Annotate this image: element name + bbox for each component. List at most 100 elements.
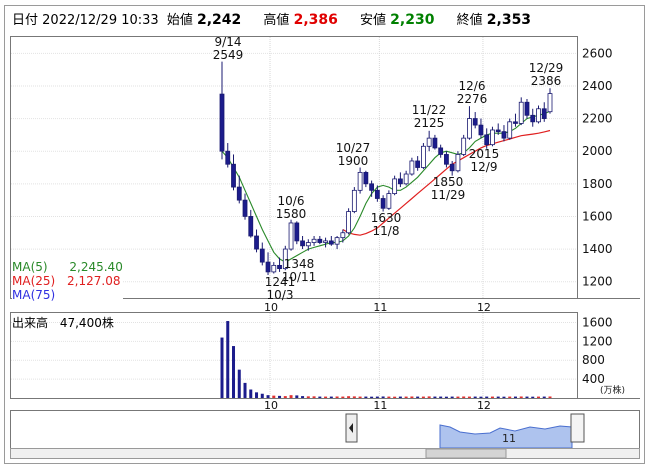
- open-value: 2,242: [196, 12, 242, 28]
- annotation-line1: 10/27: [336, 141, 371, 155]
- candle-body-down: [495, 129, 501, 133]
- candle: [392, 175, 398, 196]
- volume-header: 出来高 47,400株: [12, 314, 114, 331]
- volume-bar: [450, 396, 454, 398]
- annotation-line2: 12/9: [471, 160, 498, 174]
- volume-bar: [220, 337, 224, 398]
- candle-body-up: [305, 242, 311, 247]
- price-tick-label: 1600: [582, 209, 613, 223]
- candle-body-up: [536, 108, 541, 123]
- candle-body-up: [323, 240, 328, 243]
- candle: [386, 190, 392, 210]
- candle: [507, 118, 513, 140]
- navigator-right-handle[interactable]: [570, 413, 585, 443]
- price-tick-label: 2200: [582, 112, 613, 126]
- volume-bar: [467, 396, 471, 398]
- close-value: 2,353: [486, 12, 532, 28]
- candle-body-down: [484, 134, 490, 146]
- candle-body-down: [444, 154, 449, 165]
- annotation-line1: 12/6: [459, 79, 486, 93]
- volume-bar: [456, 396, 460, 398]
- candle-body-down: [265, 261, 271, 273]
- volume-bar: [306, 396, 310, 398]
- month-tick-label: 10: [264, 301, 278, 314]
- volume-bar: [421, 396, 425, 398]
- ma25-label: MA(25): [12, 274, 56, 288]
- ma5-value: 2,245.40: [69, 260, 123, 274]
- volume-tick-label: 400: [582, 372, 605, 386]
- volume-bar: [289, 395, 293, 398]
- price-tick-label: 2600: [582, 46, 613, 60]
- volume-bar: [548, 396, 552, 398]
- candle: [461, 134, 467, 157]
- volume-bar: [358, 396, 362, 398]
- volume-tick-label: 1200: [582, 334, 613, 348]
- candle-body-up: [392, 178, 398, 194]
- volume-bar: [301, 396, 305, 398]
- price-tick-label: 1800: [582, 177, 613, 191]
- annotation-line2: 2276: [457, 92, 488, 106]
- volume-month-tick-label: 10: [264, 399, 278, 412]
- candle-body-down: [248, 216, 254, 237]
- candle-body-down: [541, 108, 547, 119]
- candle-body-up: [461, 137, 467, 155]
- date-label: 日付: [12, 13, 39, 28]
- volume-bar: [416, 396, 420, 398]
- candle-body-down: [415, 160, 421, 168]
- annotation-line2: 2386: [531, 74, 562, 88]
- price-tick-label: 2400: [582, 79, 613, 93]
- volume-bar: [513, 396, 517, 398]
- candle-body-down: [277, 264, 282, 270]
- volume-bar: [272, 395, 276, 398]
- volume-bar: [508, 396, 512, 398]
- candle: [294, 221, 300, 245]
- volume-bar: [364, 396, 368, 398]
- price-tick-label: 2000: [582, 144, 613, 158]
- candle: [455, 151, 461, 173]
- candle-body-down: [242, 199, 248, 217]
- volume-bar: [387, 396, 391, 398]
- annotation-line1: 1348: [284, 257, 315, 271]
- ma25-legend-row: MA(25) 2,127.08: [12, 274, 123, 288]
- volume-bar: [255, 392, 259, 398]
- candle: [288, 219, 294, 251]
- header-bar: 日付 2022/12/29 10:33 始値 2,242 高値 2,386 安値…: [12, 9, 531, 28]
- volume-tick-label: 1600: [582, 315, 613, 329]
- annotation-line1: 10/6: [278, 194, 305, 208]
- volume-bar: [335, 396, 339, 398]
- candle-body-up: [547, 93, 553, 113]
- volume-bar: [249, 389, 253, 398]
- candle-body-up: [386, 193, 392, 209]
- candle-body-up: [271, 264, 277, 273]
- annotation-line1: 1630: [371, 211, 402, 225]
- navigator-scrollbar[interactable]: [10, 448, 640, 459]
- high-label: 高値: [263, 13, 290, 28]
- ma75-legend-row: MA(75): [12, 288, 123, 302]
- volume-bar: [462, 396, 466, 398]
- annotation-line1: 11/22: [412, 103, 447, 117]
- candle: [351, 187, 357, 214]
- candle-body-down: [231, 163, 236, 188]
- candle-body-up: [426, 137, 432, 147]
- navigator-scroll-thumb[interactable]: [425, 448, 507, 459]
- candle-body-up: [421, 145, 426, 168]
- candle-body-down: [300, 240, 305, 247]
- annotation-line2: 1900: [338, 154, 369, 168]
- volume-bar: [318, 396, 322, 398]
- candle-body-up: [351, 189, 357, 212]
- volume-bar: [410, 396, 414, 398]
- volume-bar: [266, 395, 270, 398]
- candle: [346, 208, 351, 235]
- annotation-line1: 1850: [433, 175, 464, 189]
- volume-bar: [404, 396, 408, 398]
- volume-bar: [329, 396, 333, 398]
- candle-body-down: [259, 248, 265, 263]
- volume-bar: [398, 396, 402, 398]
- volume-bar: [433, 396, 437, 398]
- candle-body-up: [455, 154, 461, 172]
- volume-bar: [542, 396, 546, 398]
- candle-body-down: [478, 124, 484, 136]
- low-label: 安値: [360, 13, 387, 28]
- candle: [421, 143, 426, 170]
- open-label: 始値: [166, 13, 193, 28]
